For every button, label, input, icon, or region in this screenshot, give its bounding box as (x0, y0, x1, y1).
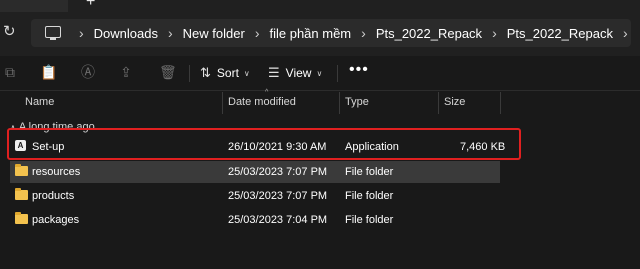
address-bar[interactable]: › Downloads › New folder › file phần mềm… (31, 19, 631, 47)
new-tab-button[interactable]: + (86, 0, 95, 10)
refresh-icon[interactable]: ↻ (3, 22, 16, 40)
breadcrumb-pts-repack-parent[interactable]: Pts_2022_Repack (376, 26, 482, 41)
command-bar: ⧉ 📋 Ⓐ ⇪ 🗑 ⇅ Sort ∨ ☰ View ∨ ••• (0, 56, 640, 91)
chevron-down-icon: ∨ (243, 68, 250, 78)
copy-icon[interactable]: ⧉ (2, 64, 18, 80)
breadcrumb-downloads[interactable]: Downloads (94, 26, 158, 41)
file-row-packages[interactable]: packages 25/03/2023 7:04 PM File folder (10, 209, 500, 231)
sort-button[interactable]: ⇅ Sort ∨ (200, 63, 250, 83)
chevron-down-icon: ∨ (316, 68, 323, 78)
chevron-right-icon[interactable]: › (69, 25, 94, 41)
column-header-name[interactable]: Name (25, 96, 54, 108)
file-row-products[interactable]: products 25/03/2023 7:07 PM File folder (10, 185, 500, 207)
toolbar-divider (337, 65, 338, 82)
column-divider[interactable] (500, 92, 501, 114)
folder-icon (15, 188, 28, 200)
breadcrumb-new-folder[interactable]: New folder (183, 26, 245, 41)
chevron-right-icon[interactable]: › (245, 25, 270, 41)
folder-icon (15, 212, 28, 224)
column-divider[interactable] (222, 92, 223, 114)
file-type: File folder (345, 166, 394, 178)
rename-icon[interactable]: Ⓐ (80, 64, 96, 80)
tab-strip: + (0, 0, 640, 12)
breadcrumb-pts-repack-current[interactable]: Pts_2022_Repack (507, 26, 613, 41)
file-date: 25/03/2023 7:04 PM (228, 214, 328, 226)
chevron-right-icon[interactable]: › (351, 25, 376, 41)
file-type: File folder (345, 214, 394, 226)
share-icon[interactable]: ⇪ (118, 64, 134, 80)
column-header-size[interactable]: Size (444, 96, 465, 108)
active-tab[interactable] (0, 0, 68, 12)
file-type: File folder (345, 190, 394, 202)
chevron-right-icon[interactable]: › (482, 25, 507, 41)
chevron-right-icon[interactable]: › (613, 25, 638, 41)
more-options-icon[interactable]: ••• (349, 61, 369, 79)
file-name: packages (32, 214, 80, 226)
navigation-bar: ↻ › Downloads › New folder › file phần m… (0, 12, 640, 56)
folder-icon (15, 164, 28, 176)
column-header-date[interactable]: Date modified (228, 96, 296, 108)
column-header-type[interactable]: Type (345, 96, 369, 108)
column-header-row: Name ^ Date modified Type Size (0, 89, 640, 114)
delete-icon[interactable]: 🗑 (159, 64, 177, 80)
sort-label: Sort (216, 66, 239, 80)
view-icon: ☰ (268, 65, 280, 80)
file-row-resources[interactable]: resources 25/03/2023 7:07 PM File folder (10, 161, 500, 183)
column-divider[interactable] (339, 92, 340, 114)
sort-caret-icon: ^ (265, 89, 269, 96)
column-divider[interactable] (438, 92, 439, 114)
file-name: resources (32, 166, 81, 178)
toolbar-divider (189, 65, 190, 82)
view-button[interactable]: ☰ View ∨ (268, 63, 322, 83)
breadcrumb: › Downloads › New folder › file phần mềm… (69, 19, 638, 47)
file-date: 25/03/2023 7:07 PM (228, 190, 328, 202)
paste-icon[interactable]: 📋 (40, 64, 57, 80)
file-name: products (32, 190, 75, 202)
chevron-right-icon[interactable]: › (158, 25, 183, 41)
sort-icon: ⇅ (200, 65, 211, 80)
breadcrumb-file-phan-mem[interactable]: file phần mềm (269, 26, 351, 41)
view-label: View (285, 66, 312, 80)
file-date: 25/03/2023 7:07 PM (228, 166, 328, 178)
highlight-box (7, 128, 521, 160)
this-pc-icon[interactable] (45, 26, 61, 40)
